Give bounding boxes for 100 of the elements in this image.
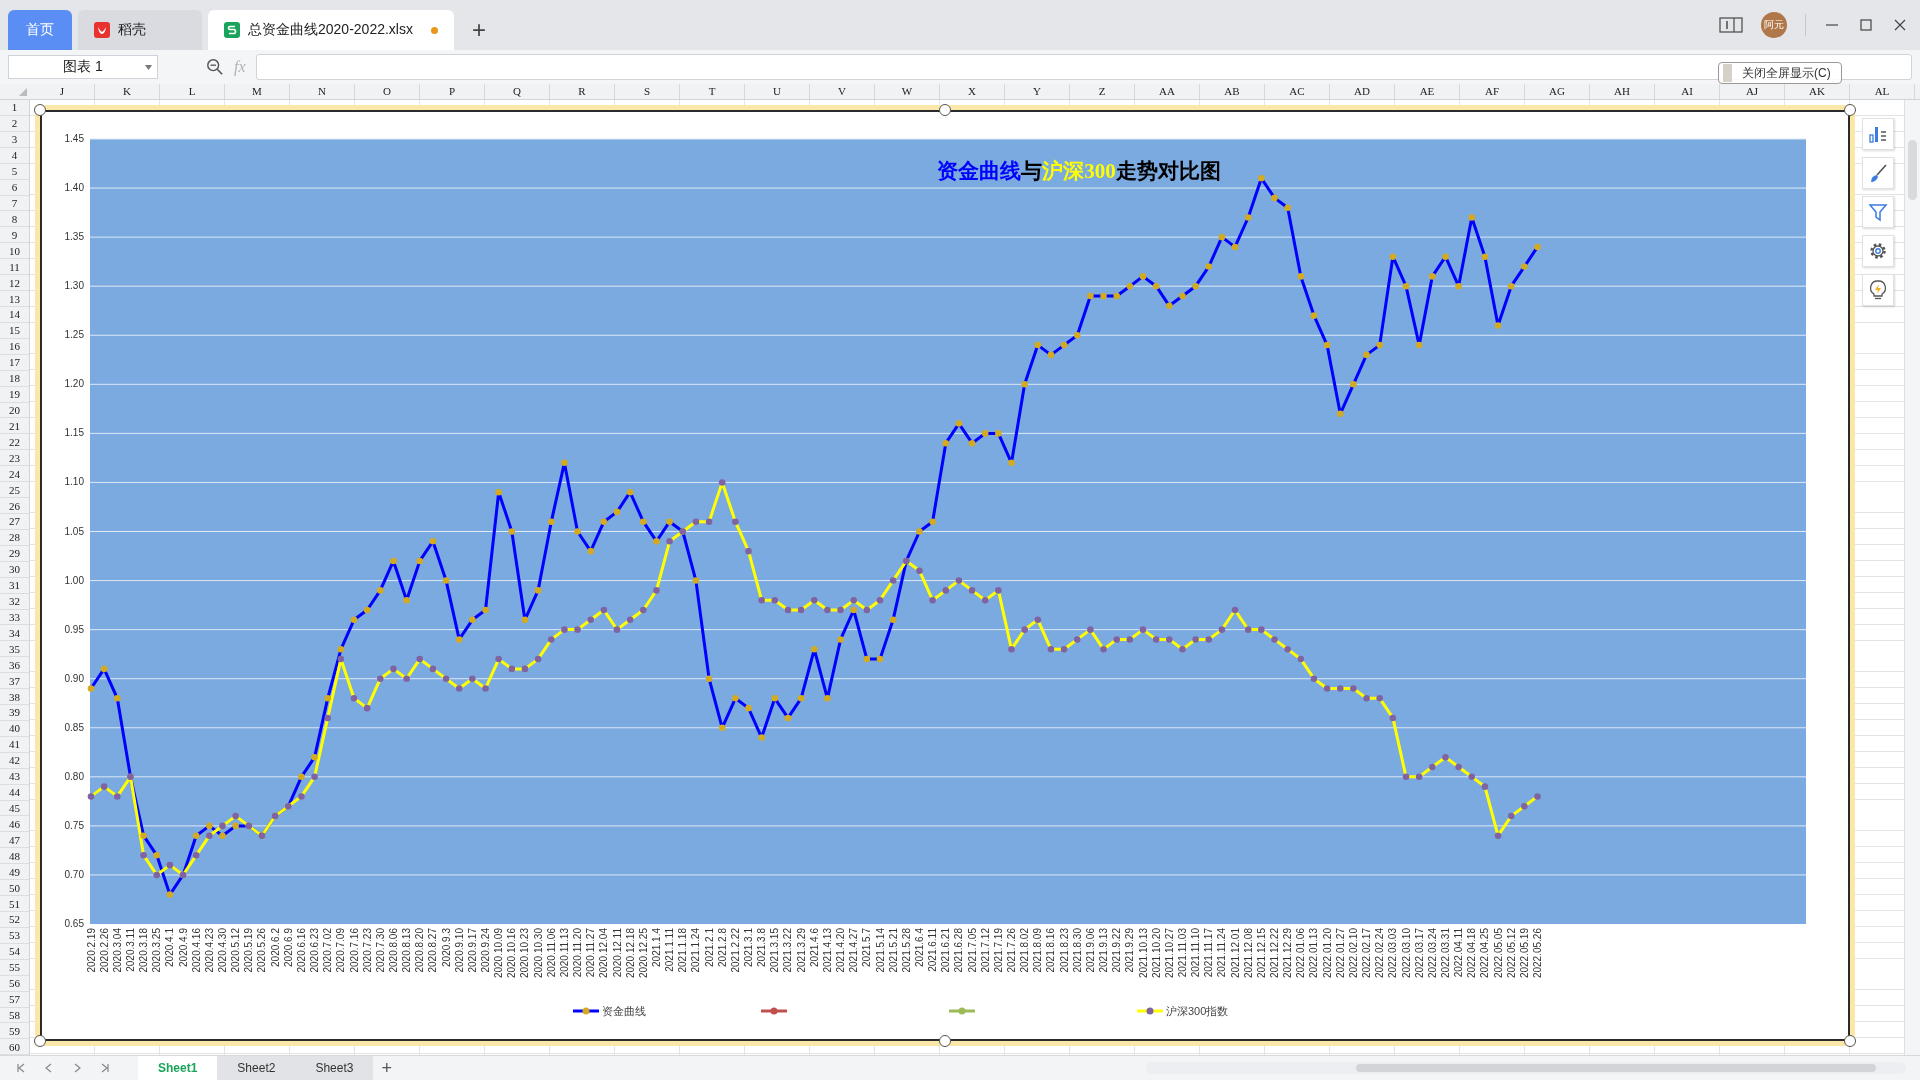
column-header[interactable]: T bbox=[680, 84, 745, 99]
row-header[interactable]: 50 bbox=[0, 880, 29, 897]
row-header[interactable]: 53 bbox=[0, 927, 29, 944]
sheet-tab[interactable]: Sheet2 bbox=[217, 1055, 296, 1080]
column-header[interactable]: AC bbox=[1265, 84, 1330, 99]
row-header[interactable]: 7 bbox=[0, 195, 29, 212]
row-header[interactable]: 2 bbox=[0, 115, 29, 132]
row-header[interactable]: 26 bbox=[0, 498, 29, 514]
tab[interactable]: 稻壳 bbox=[78, 10, 202, 50]
brush-button[interactable] bbox=[1862, 157, 1894, 189]
column-header[interactable]: P bbox=[420, 84, 485, 99]
column-header[interactable]: N bbox=[290, 84, 355, 99]
row-header[interactable]: 44 bbox=[0, 784, 29, 801]
row-header[interactable]: 23 bbox=[0, 450, 29, 467]
close-icon[interactable] bbox=[1892, 17, 1908, 33]
tab[interactable]: 总资金曲线2020-2022.xlsx bbox=[208, 10, 454, 50]
zoom-icon[interactable] bbox=[206, 58, 224, 76]
row-header[interactable]: 40 bbox=[0, 720, 29, 737]
row-header[interactable]: 15 bbox=[0, 322, 29, 339]
row-header[interactable]: 33 bbox=[0, 609, 29, 626]
column-header[interactable]: W bbox=[875, 84, 940, 99]
column-header[interactable]: U bbox=[745, 84, 810, 99]
name-box[interactable]: 图表 1 bbox=[8, 55, 158, 79]
row-header[interactable]: 38 bbox=[0, 689, 29, 706]
row-header[interactable]: 29 bbox=[0, 545, 29, 562]
row-header[interactable]: 18 bbox=[0, 370, 29, 387]
row-header[interactable]: 39 bbox=[0, 705, 29, 721]
row-header[interactable]: 56 bbox=[0, 975, 29, 992]
row-header[interactable]: 27 bbox=[0, 513, 29, 530]
row-header[interactable]: 46 bbox=[0, 816, 29, 833]
row-header[interactable]: 8 bbox=[0, 211, 29, 228]
row-header[interactable]: 48 bbox=[0, 848, 29, 865]
row-header[interactable]: 57 bbox=[0, 991, 29, 1008]
column-header[interactable]: AI bbox=[1655, 84, 1720, 99]
column-header[interactable]: J bbox=[30, 84, 95, 99]
row-header[interactable]: 45 bbox=[0, 800, 29, 817]
new-tab-button[interactable]: + bbox=[460, 10, 498, 50]
row-header[interactable]: 51 bbox=[0, 896, 29, 912]
row-header[interactable]: 24 bbox=[0, 466, 29, 483]
column-header[interactable]: L bbox=[160, 84, 225, 99]
add-sheet-button[interactable]: + bbox=[373, 1057, 400, 1079]
column-header[interactable]: AG bbox=[1525, 84, 1590, 99]
row-header[interactable]: 6 bbox=[0, 179, 29, 196]
column-header[interactable]: AA bbox=[1135, 84, 1200, 99]
chart-elements-button[interactable] bbox=[1862, 118, 1894, 150]
row-header[interactable]: 47 bbox=[0, 832, 29, 849]
row-header[interactable]: 58 bbox=[0, 1007, 29, 1024]
column-header[interactable]: Y bbox=[1005, 84, 1070, 99]
horizontal-scrollbar[interactable] bbox=[1146, 1062, 1906, 1074]
column-header[interactable]: S bbox=[615, 84, 680, 99]
row-header[interactable]: 5 bbox=[0, 163, 29, 180]
filter-button[interactable] bbox=[1862, 196, 1894, 228]
column-header[interactable]: AE bbox=[1395, 84, 1460, 99]
row-header[interactable]: 16 bbox=[0, 338, 29, 355]
settings-button[interactable] bbox=[1862, 235, 1894, 267]
column-header[interactable]: R bbox=[550, 84, 615, 99]
row-header[interactable]: 22 bbox=[0, 434, 29, 451]
row-header[interactable]: 12 bbox=[0, 275, 29, 292]
row-header[interactable]: 11 bbox=[0, 259, 29, 276]
row-header[interactable]: 3 bbox=[0, 131, 29, 148]
row-header[interactable]: 1 bbox=[0, 100, 29, 116]
lightbulb-button[interactable] bbox=[1862, 274, 1894, 306]
column-header[interactable]: Z bbox=[1070, 84, 1135, 99]
resize-handle[interactable] bbox=[939, 104, 951, 116]
column-header[interactable]: V bbox=[810, 84, 875, 99]
row-header[interactable]: 28 bbox=[0, 529, 29, 546]
row-header[interactable]: 19 bbox=[0, 386, 29, 403]
column-header[interactable]: K bbox=[95, 84, 160, 99]
row-header[interactable]: 4 bbox=[0, 147, 29, 164]
vertical-scrollbar[interactable] bbox=[1904, 100, 1920, 1055]
row-header[interactable]: 52 bbox=[0, 912, 29, 928]
row-header[interactable]: 21 bbox=[0, 418, 29, 435]
avatar[interactable]: 阿元 bbox=[1761, 12, 1787, 38]
row-header[interactable]: 9 bbox=[0, 227, 29, 244]
row-header[interactable]: 17 bbox=[0, 354, 29, 371]
column-header[interactable]: AD bbox=[1330, 84, 1395, 99]
fullscreen-tooltip[interactable]: 关闭全屏显示(C) bbox=[1718, 62, 1842, 84]
column-header[interactable]: AB bbox=[1200, 84, 1265, 99]
row-header[interactable]: 31 bbox=[0, 577, 29, 594]
maximize-icon[interactable] bbox=[1858, 17, 1874, 33]
row-header[interactable]: 49 bbox=[0, 864, 29, 881]
row-header[interactable]: 20 bbox=[0, 402, 29, 419]
layout-icon[interactable] bbox=[1719, 17, 1743, 33]
formula-field[interactable] bbox=[255, 54, 1912, 80]
row-header[interactable]: 37 bbox=[0, 673, 29, 690]
row-header[interactable]: 13 bbox=[0, 291, 29, 307]
sheet-tab[interactable]: Sheet3 bbox=[295, 1055, 374, 1080]
resize-handle[interactable] bbox=[34, 104, 46, 116]
row-header[interactable]: 34 bbox=[0, 625, 29, 642]
row-header[interactable]: 43 bbox=[0, 768, 29, 785]
column-header[interactable]: AH bbox=[1590, 84, 1655, 99]
row-header[interactable]: 14 bbox=[0, 307, 29, 323]
row-header[interactable]: 54 bbox=[0, 943, 29, 960]
row-header[interactable]: 25 bbox=[0, 482, 29, 499]
row-header[interactable]: 10 bbox=[0, 243, 29, 260]
row-header[interactable]: 32 bbox=[0, 593, 29, 610]
row-header[interactable]: 42 bbox=[0, 752, 29, 769]
column-header[interactable]: M bbox=[225, 84, 290, 99]
row-header[interactable]: 59 bbox=[0, 1023, 29, 1040]
row-header[interactable]: 35 bbox=[0, 641, 29, 658]
